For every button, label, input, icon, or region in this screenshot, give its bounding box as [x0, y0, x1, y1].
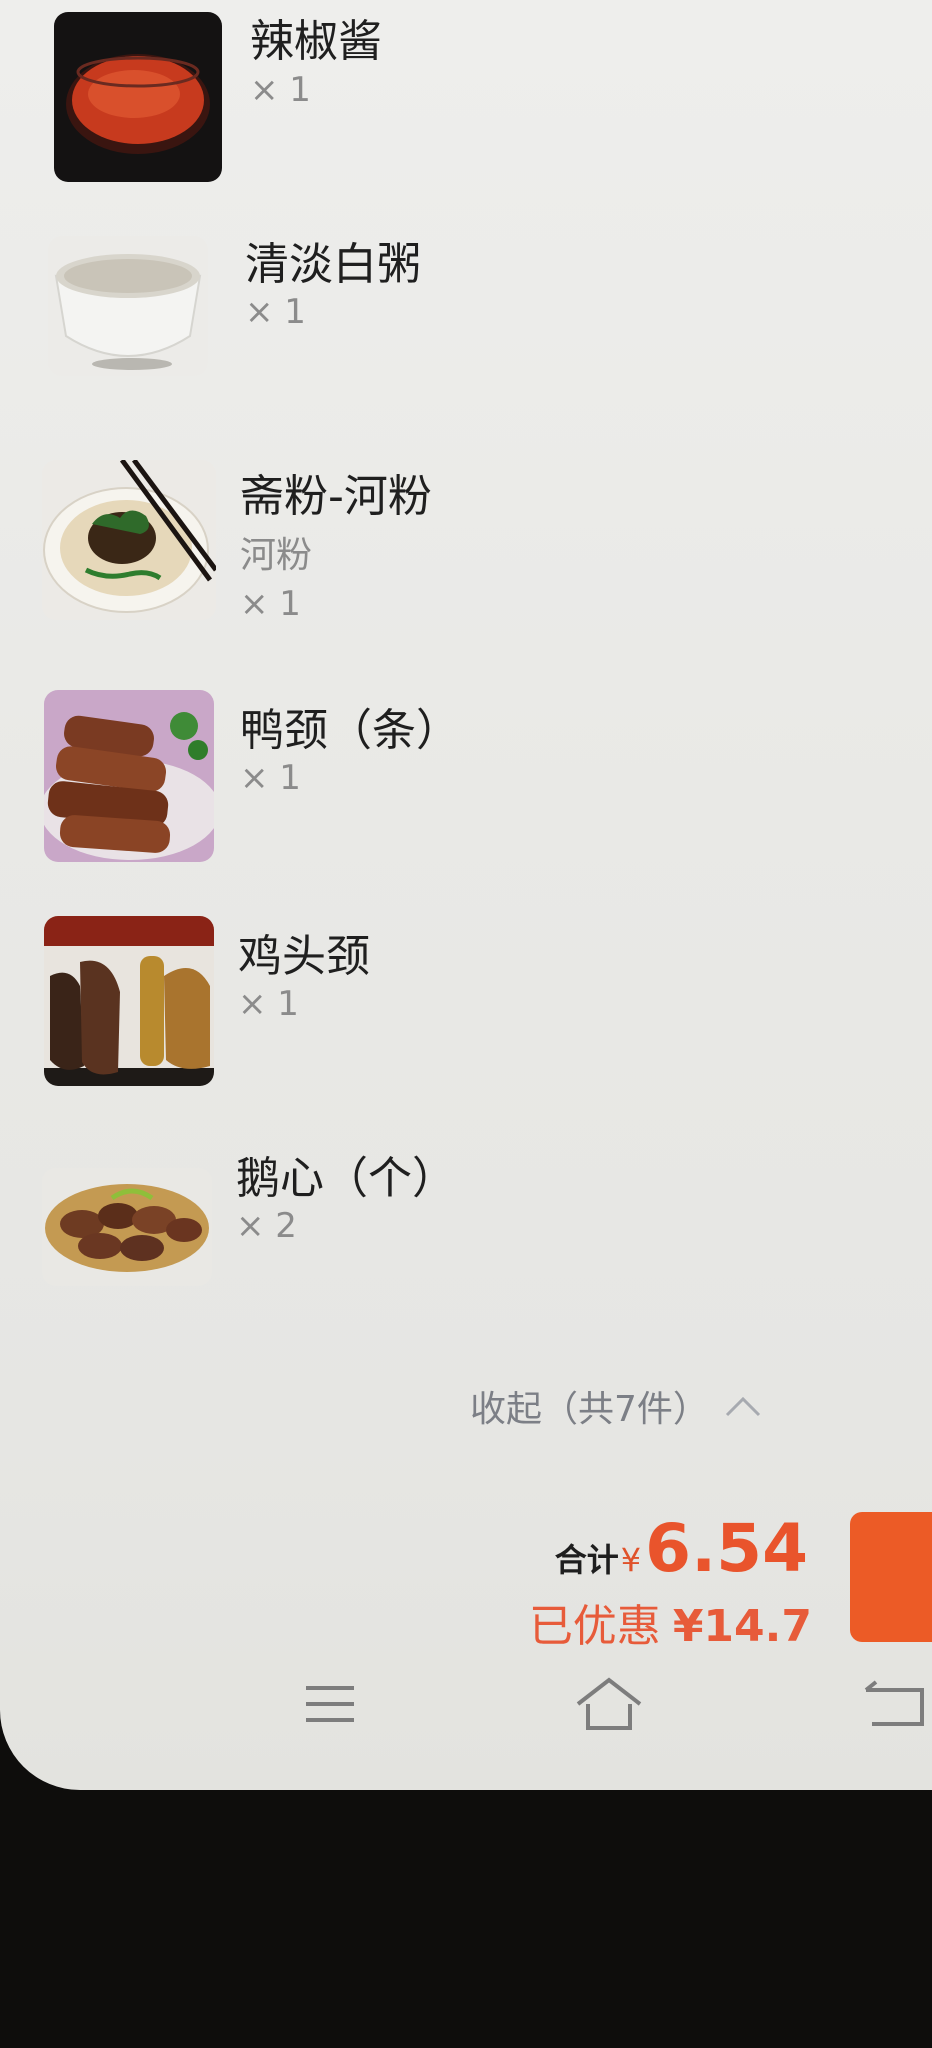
item-name: 鹅心（个） — [236, 1153, 456, 1204]
item-name: 鸡头颈 — [238, 931, 370, 982]
item-quantity: × 1 — [245, 292, 306, 332]
home-icon[interactable] — [574, 1674, 644, 1734]
item-quantity: × 2 — [236, 1206, 297, 1246]
chili-sauce-photo — [54, 12, 222, 182]
discount-info: 已优惠 ¥14.7 — [529, 1590, 812, 1654]
total-label: 合计 — [554, 1541, 619, 1579]
item-quantity: × 1 — [240, 758, 301, 798]
item-name: 斋粉-河粉 — [240, 471, 432, 522]
item-name: 清淡白粥 — [245, 239, 421, 290]
system-navigation-bar — [0, 1650, 932, 1770]
item-quantity: × 1 — [238, 984, 299, 1024]
chevron-up-icon — [725, 1396, 760, 1417]
currency-symbol: ¥ — [620, 1541, 642, 1579]
collapse-label: 收起（共7件） — [470, 1389, 709, 1430]
duck-neck-photo — [44, 690, 214, 862]
menu-icon[interactable] — [302, 1680, 358, 1730]
item-quantity: × 1 — [240, 584, 301, 624]
item-name: 鸭颈（条） — [240, 705, 460, 756]
goose-heart-photo — [42, 1168, 212, 1286]
congee-photo — [48, 236, 208, 376]
item-name: 辣椒酱 — [250, 16, 382, 67]
checkout-button[interactable] — [850, 1512, 932, 1642]
collapse-button[interactable]: 收起（共7件） — [470, 1378, 763, 1434]
back-icon[interactable] — [862, 1680, 926, 1732]
total-amount: 6.54 — [645, 1510, 808, 1587]
order-detail-screen: 辣椒酱 × 1 清淡白粥 × 1 斋粉-河粉 河粉 × 1 鸭颈（条） × 1 … — [0, 0, 932, 1790]
discount-amount: ¥14.7 — [672, 1601, 812, 1652]
order-total: 合计 ¥ 6.54 — [555, 1510, 808, 1587]
item-spec: 河粉 — [240, 535, 313, 576]
chicken-neck-photo — [44, 916, 214, 1086]
discount-label: 已优惠 — [528, 1601, 661, 1652]
item-quantity: × 1 — [250, 70, 311, 110]
rice-noodle-photo — [42, 460, 216, 620]
